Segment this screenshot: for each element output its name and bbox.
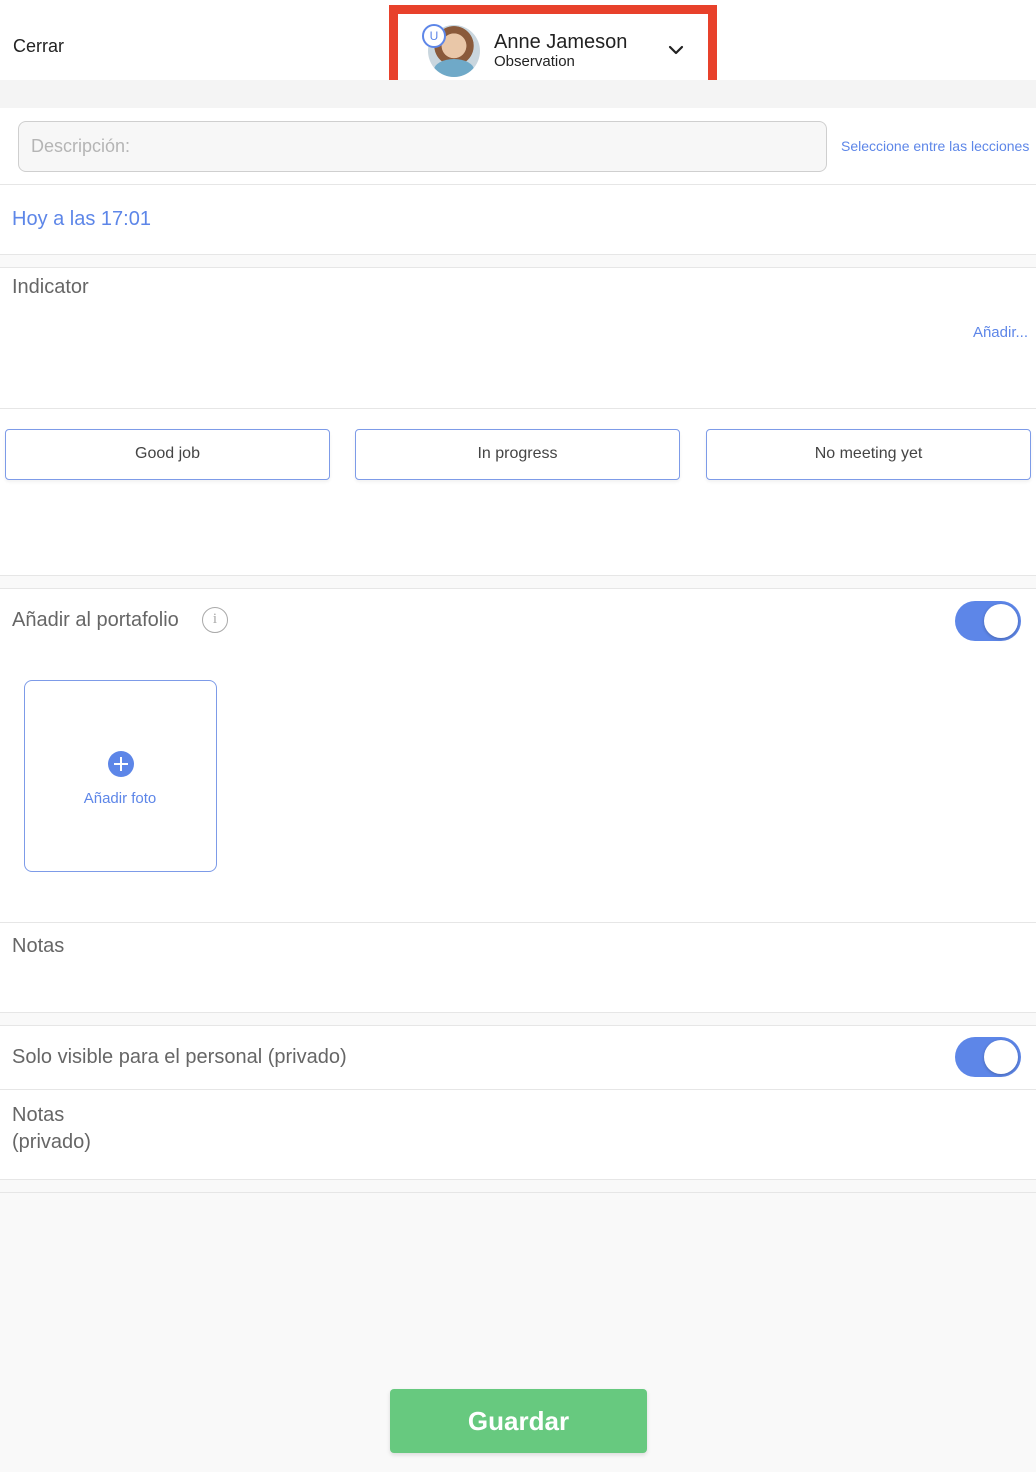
description-row: Seleccione entre las lecciones [0,108,1036,185]
student-subtitle: Observation [494,53,575,70]
add-photo-label: Añadir foto [83,790,157,807]
section-divider [0,255,1036,268]
private-notes-label-line2: (privado) [12,1131,91,1153]
observation-form: Cerrar U Anne Jameson Observation Selecc… [0,0,1036,1472]
indicator-section: Indicator Añadir... [0,268,1036,409]
in-progress-button[interactable]: In progress [355,429,680,480]
section-divider [0,576,1036,589]
header-divider [0,80,1036,108]
assessment-options: Good job In progress No meeting yet [0,409,1036,576]
private-notes-label-line1: Notas [12,1104,65,1126]
save-button[interactable]: Guardar [390,1389,647,1453]
private-visibility-row: Solo visible para el personal (privado) [0,1026,1036,1090]
toggle-knob [984,1040,1018,1074]
private-notes-label: Notas (privado) [12,1102,91,1156]
private-notes-field[interactable]: Notas (privado) [0,1090,1036,1180]
private-visibility-label: Solo visible para el personal (privado) [12,1046,347,1068]
select-lessons-link[interactable]: Seleccione entre las lecciones [841,138,1029,154]
good-job-button[interactable]: Good job [5,429,330,480]
add-indicator-link[interactable]: Añadir... [973,324,1028,341]
close-button[interactable]: Cerrar [13,36,64,57]
student-name: Anne Jameson [494,31,628,53]
plus-circle-icon [108,751,134,777]
description-input[interactable] [18,121,827,172]
notes-label: Notas [12,935,65,957]
portfolio-section: Añadir al portafolio i Añadir foto [0,589,1036,923]
private-visibility-toggle[interactable] [955,1037,1021,1077]
section-divider [0,1013,1036,1026]
date-row: Hoy a las 17:01 [0,185,1036,255]
indicator-label: Indicator [12,276,89,298]
portfolio-label: Añadir al portafolio [12,609,179,631]
chevron-down-icon [668,45,684,55]
notes-field[interactable]: Notas [0,923,1036,1013]
add-photo-button[interactable]: Añadir foto [24,680,217,872]
no-meeting-yet-button[interactable]: No meeting yet [706,429,1031,480]
avatar-badge: U [422,24,446,48]
portfolio-toggle[interactable] [955,601,1021,641]
header: Cerrar U Anne Jameson Observation [0,0,1036,105]
section-divider [0,1180,1036,1193]
info-icon[interactable]: i [202,607,228,633]
date-picker-link[interactable]: Hoy a las 17:01 [12,208,151,231]
toggle-knob [984,604,1018,638]
